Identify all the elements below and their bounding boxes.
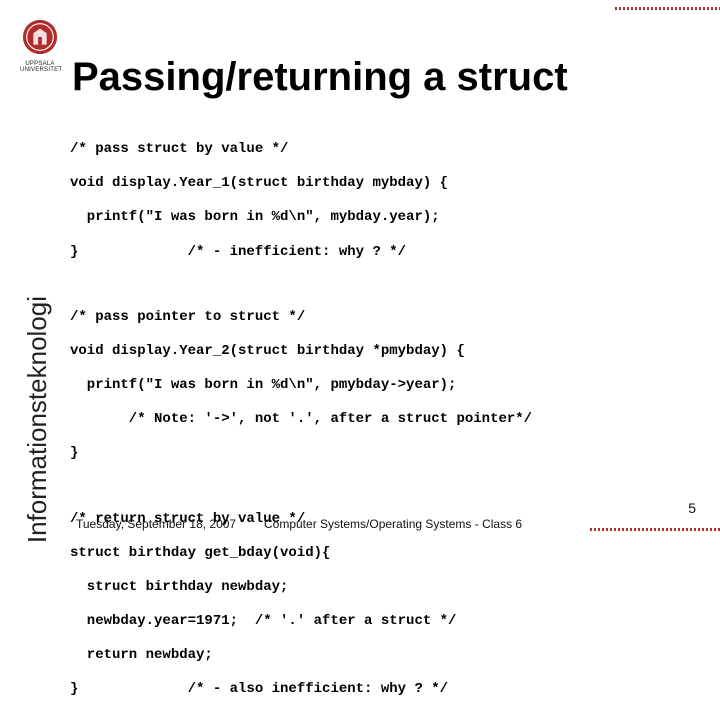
logo-text: UPPSALA UNIVERSITET bbox=[20, 61, 60, 73]
code-line: } bbox=[70, 445, 78, 461]
code-line: } /* - inefficient: why ? */ bbox=[70, 244, 406, 260]
code-line: /* Note: '->', not '.', after a struct p… bbox=[70, 411, 532, 427]
footer-page: 5 bbox=[688, 500, 696, 516]
uppsala-seal-icon bbox=[21, 18, 59, 56]
code-line: void display.Year_2(struct birthday *pmy… bbox=[70, 343, 465, 359]
code-line: } /* - also inefficient: why ? */ bbox=[70, 681, 448, 697]
sidebar-label: Informationsteknologi bbox=[22, 296, 53, 543]
footer-stripe bbox=[590, 528, 720, 531]
code-line: /* pass pointer to struct */ bbox=[70, 309, 305, 325]
code-line: return newbday; bbox=[70, 647, 213, 663]
uppsala-logo: UPPSALA UNIVERSITET bbox=[20, 18, 60, 72]
footer-date: Tuesday, September 18, 2007 bbox=[76, 517, 256, 531]
code-line: newbday.year=1971; /* '.' after a struct… bbox=[70, 613, 456, 629]
code-body: /* pass struct by value */ void display.… bbox=[70, 124, 706, 716]
code-line: printf("I was born in %d\n", mybday.year… bbox=[70, 209, 440, 225]
code-line: printf("I was born in %d\n", pmybday->ye… bbox=[70, 377, 456, 393]
code-line: struct birthday get_bday(void){ bbox=[70, 545, 330, 561]
header-stripe bbox=[615, 7, 720, 10]
code-line: void display.Year_1(struct birthday mybd… bbox=[70, 175, 448, 191]
code-line: /* pass struct by value */ bbox=[70, 141, 288, 157]
slide-title: Passing/returning a struct bbox=[72, 55, 568, 100]
code-line: struct birthday newbday; bbox=[70, 579, 288, 595]
